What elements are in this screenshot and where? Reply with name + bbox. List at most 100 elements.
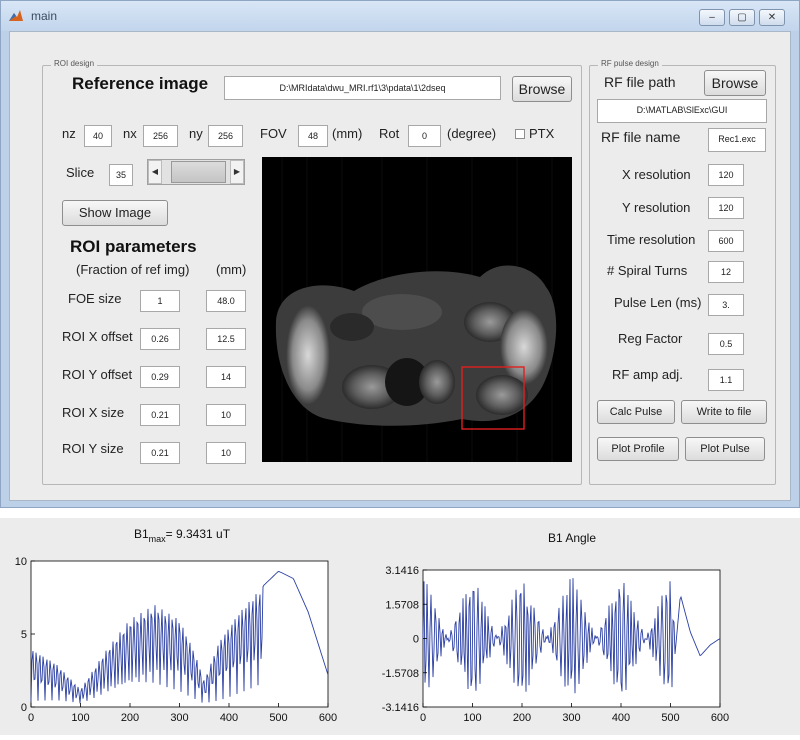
y-tick-label: 3.1416 bbox=[385, 565, 419, 577]
nx-label: nx bbox=[123, 126, 137, 141]
x-tick-label: 400 bbox=[612, 712, 630, 724]
nx-field[interactable]: 256 bbox=[143, 125, 178, 147]
reference-path-field[interactable]: D:\MRIdata\dwu_MRI.rf1\3\pdata\1\2dseq bbox=[224, 76, 501, 100]
roi-param-label: ROI X size bbox=[62, 405, 125, 420]
rf-param-field[interactable]: 0.5 bbox=[708, 333, 744, 355]
roi-design-group-label: ROI design bbox=[51, 59, 98, 68]
slice-field[interactable]: 35 bbox=[109, 164, 133, 186]
slice-slider[interactable]: ◀ ▶ bbox=[147, 159, 245, 185]
reference-image-label: Reference image bbox=[72, 74, 209, 93]
ptx-label: PTX bbox=[529, 126, 555, 141]
x-tick-label: 500 bbox=[269, 712, 287, 724]
rf-param-field[interactable]: 120 bbox=[708, 197, 744, 219]
nz-field[interactable]: 40 bbox=[84, 125, 112, 147]
maximize-button[interactable]: ▢ bbox=[729, 9, 755, 26]
rf-file-name-label: RF file name bbox=[601, 129, 681, 145]
plot-axes-box bbox=[30, 560, 329, 708]
plot-pulse-button[interactable]: Plot Pulse bbox=[685, 437, 765, 461]
y-tick-label: 0 bbox=[21, 702, 27, 714]
ptx-checkbox[interactable] bbox=[515, 129, 525, 139]
roi-param-label: ROI Y offset bbox=[62, 367, 133, 382]
close-icon: ✕ bbox=[767, 12, 777, 23]
roi-param-mm-field[interactable]: 14 bbox=[206, 366, 246, 388]
rf-file-name-field[interactable]: Rec1.exc bbox=[708, 128, 766, 152]
y-tick-label: -1.5708 bbox=[382, 668, 419, 680]
x-tick-label: 0 bbox=[420, 712, 426, 724]
fraction-header: (Fraction of ref img) bbox=[76, 262, 190, 277]
rf-file-path-label: RF file path bbox=[604, 74, 676, 90]
plots-area: B1max= 9.3431 uT B1 Angle 0 100 200 300 400 5… bbox=[0, 518, 800, 735]
x-tick-label: 400 bbox=[220, 712, 238, 724]
minimize-button[interactable]: – bbox=[699, 9, 725, 26]
rf-param-field[interactable]: 1.1 bbox=[708, 369, 744, 391]
title-bar: main – ▢ ✕ bbox=[1, 1, 799, 31]
ny-field[interactable]: 256 bbox=[208, 125, 243, 147]
chart1-title: B1max= 9.3431 uT bbox=[134, 527, 231, 544]
roi-param-fraction-field[interactable]: 0.26 bbox=[140, 328, 180, 350]
x-tick-label: 100 bbox=[71, 712, 89, 724]
rf-browse-button[interactable]: Browse bbox=[704, 70, 766, 96]
write-to-file-button[interactable]: Write to file bbox=[681, 400, 767, 424]
x-tick-label: 500 bbox=[661, 712, 679, 724]
rf-param-label: Y resolution bbox=[622, 200, 691, 215]
matlab-icon bbox=[9, 10, 23, 21]
rf-param-label: X resolution bbox=[622, 167, 691, 182]
rf-param-label: Pulse Len (ms) bbox=[614, 295, 702, 310]
x-tick-label: 300 bbox=[562, 712, 580, 724]
roi-param-fraction-field[interactable]: 0.21 bbox=[140, 442, 180, 464]
rot-unit-label: (degree) bbox=[447, 126, 497, 141]
rf-pulse-group-label: RF pulse design bbox=[598, 59, 662, 68]
mm-header: (mm) bbox=[216, 262, 247, 277]
nz-label: nz bbox=[62, 126, 76, 141]
rf-param-field[interactable]: 120 bbox=[708, 164, 744, 186]
b1-angle-chart: 0 100 200 300 400 500 600 3.1416 1.5708 0 -1.5708 -… bbox=[382, 565, 729, 724]
mri-slice-image bbox=[275, 157, 557, 462]
rf-param-label: # Spiral Turns bbox=[607, 263, 688, 278]
rot-label: Rot bbox=[379, 126, 400, 141]
slider-left-arrow-icon[interactable]: ◀ bbox=[148, 160, 162, 184]
roi-param-label: ROI X offset bbox=[62, 329, 133, 344]
chart2-title: B1 Angle bbox=[548, 531, 596, 545]
plots-svg: B1max= 9.3431 uT B1 Angle 0 100 200 300 400 5… bbox=[15, 527, 729, 724]
x-tick-label: 300 bbox=[170, 712, 188, 724]
x-tick-label: 100 bbox=[463, 712, 481, 724]
ny-label: ny bbox=[189, 126, 203, 141]
y-tick-label: 0 bbox=[413, 634, 419, 646]
rot-field[interactable]: 0 bbox=[408, 125, 441, 147]
reference-browse-button[interactable]: Browse bbox=[512, 76, 572, 102]
close-button[interactable]: ✕ bbox=[759, 9, 785, 26]
plot-profile-button[interactable]: Plot Profile bbox=[597, 437, 679, 461]
show-image-button[interactable]: Show Image bbox=[62, 200, 168, 226]
roi-param-fraction-field[interactable]: 0.29 bbox=[140, 366, 180, 388]
roi-param-mm-field[interactable]: 10 bbox=[206, 442, 246, 464]
roi-param-fraction-field[interactable]: 1 bbox=[140, 290, 180, 312]
y-tick-label: 10 bbox=[15, 556, 27, 568]
y-tick-label: 1.5708 bbox=[385, 599, 419, 611]
rf-param-field[interactable]: 3. bbox=[708, 294, 744, 316]
roi-param-mm-field[interactable]: 48.0 bbox=[206, 290, 246, 312]
slider-thumb[interactable] bbox=[171, 161, 226, 183]
roi-param-mm-field[interactable]: 10 bbox=[206, 404, 246, 426]
rf-param-label: RF amp adj. bbox=[612, 367, 683, 382]
roi-param-mm-field[interactable]: 12.5 bbox=[206, 328, 246, 350]
main-window: main – ▢ ✕ ROI design Reference image D:… bbox=[0, 0, 800, 508]
y-tick-label: 5 bbox=[21, 629, 27, 641]
fov-label: FOV bbox=[260, 126, 287, 141]
slice-label: Slice bbox=[66, 165, 95, 180]
x-tick-label: 600 bbox=[711, 712, 729, 724]
rf-param-field[interactable]: 600 bbox=[708, 230, 744, 252]
calc-pulse-button[interactable]: Calc Pulse bbox=[597, 400, 675, 424]
b1-magnitude-chart: 0 100 200 300 400 500 600 0 5 10 bbox=[15, 556, 337, 724]
rf-param-field[interactable]: 12 bbox=[708, 261, 744, 283]
x-tick-label: 200 bbox=[513, 712, 531, 724]
slider-right-arrow-icon[interactable]: ▶ bbox=[230, 160, 244, 184]
rf-file-path-field[interactable]: D:\MATLAB\SlExc\GUI bbox=[597, 99, 767, 123]
rf-param-label: Time resolution bbox=[607, 232, 696, 247]
maximize-icon: ▢ bbox=[737, 12, 747, 23]
roi-parameters-title: ROI parameters bbox=[70, 237, 197, 256]
reference-image-view[interactable] bbox=[262, 157, 572, 462]
roi-param-fraction-field[interactable]: 0.21 bbox=[140, 404, 180, 426]
x-tick-label: 200 bbox=[121, 712, 139, 724]
y-tick-label: -3.1416 bbox=[382, 702, 419, 714]
fov-field[interactable]: 48 bbox=[298, 125, 328, 147]
